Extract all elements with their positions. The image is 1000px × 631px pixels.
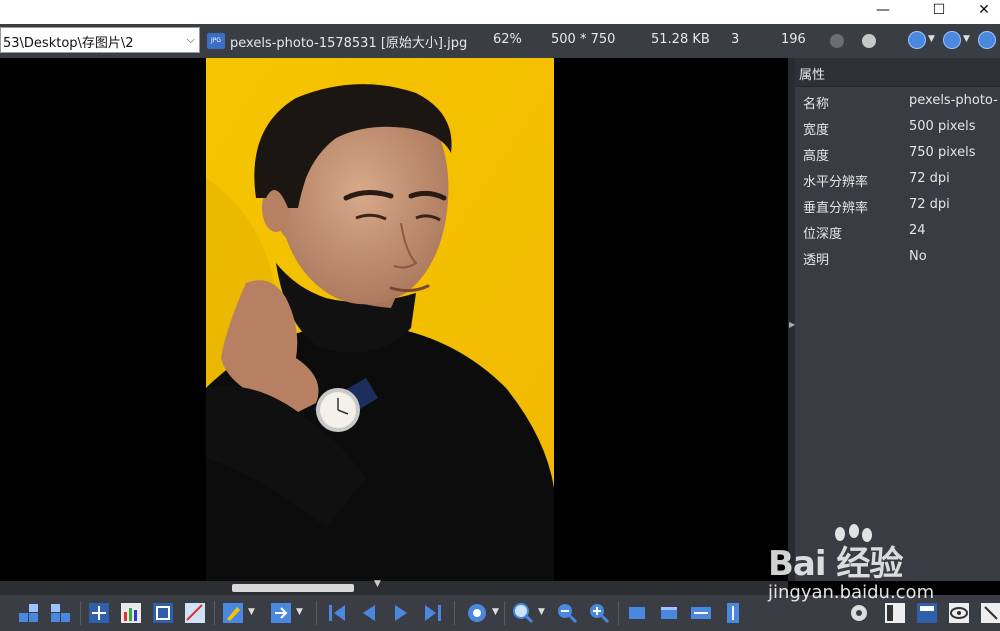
property-row: 宽度 500 pixels	[795, 115, 1000, 141]
fit-width-icon[interactable]	[690, 602, 712, 624]
image-count: 3	[731, 32, 740, 47]
property-value: 72 dpi	[909, 197, 950, 212]
property-row: 位深度 24	[795, 219, 1000, 245]
last-image-icon[interactable]	[422, 602, 444, 624]
toolbar-separator	[80, 601, 81, 625]
actual-size-icon[interactable]	[658, 602, 680, 624]
zoom-in-icon[interactable]	[588, 602, 610, 624]
zoom-icon[interactable]	[512, 602, 534, 624]
watermark-brand: Bai 经验	[768, 544, 903, 584]
property-value: 500 pixels	[909, 119, 976, 134]
property-key: 垂直分辨率	[803, 201, 869, 216]
info-bar: 53\Desktop\存图片\2 ⌵ JPG pexels-photo-1578…	[0, 24, 1000, 59]
property-key: 宽度	[803, 123, 830, 138]
fit-window-icon[interactable]	[626, 602, 648, 624]
status-dot-icon[interactable]	[862, 34, 876, 48]
maximize-icon[interactable]: ☐	[916, 0, 962, 24]
horizontal-scrollbar[interactable]: ▼	[0, 579, 788, 595]
toolbar-separator	[618, 601, 619, 625]
minimize-icon[interactable]: —	[860, 0, 906, 24]
close-icon[interactable]: ✕	[968, 0, 1000, 24]
properties-title: 属性	[799, 68, 826, 83]
property-key: 透明	[803, 253, 830, 268]
property-key: 高度	[803, 149, 830, 164]
fit-height-icon[interactable]	[722, 602, 744, 624]
chevron-down-icon[interactable]: ▼	[248, 607, 255, 617]
toolbar-separator	[316, 601, 317, 625]
property-value: 750 pixels	[909, 145, 976, 160]
previous-image-icon[interactable]	[358, 602, 380, 624]
baidu-watermark: Bai 经验 jingyan.baidu.com	[766, 522, 996, 612]
toolbar-separator	[454, 601, 455, 625]
chevron-down-icon[interactable]: ▼	[963, 34, 970, 44]
image-index: 196	[781, 32, 806, 47]
chevron-down-icon[interactable]: ⌵	[187, 33, 195, 47]
move-icon[interactable]	[88, 602, 110, 624]
pencil-icon[interactable]	[222, 602, 244, 624]
image-viewer[interactable]	[0, 58, 788, 581]
properties-panel: 属性 名称 pexels-photo- 宽度 500 pixels 高度 750…	[795, 58, 1000, 581]
chevron-down-icon[interactable]: ▼	[296, 607, 303, 617]
caret-down-icon: ▼	[374, 579, 381, 589]
property-row: 高度 750 pixels	[795, 141, 1000, 167]
photo	[206, 58, 554, 581]
tile-layout-icon[interactable]	[18, 602, 40, 624]
property-row: 名称 pexels-photo-	[795, 89, 1000, 115]
property-value: 24	[909, 223, 926, 238]
file-name: pexels-photo-1578531 [原始大小].jpg	[230, 36, 468, 51]
path-dropdown[interactable]: 53\Desktop\存图片\2 ⌵	[0, 27, 200, 53]
property-row: 垂直分辨率 72 dpi	[795, 193, 1000, 219]
path-text: 53\Desktop\存图片\2	[3, 36, 134, 51]
property-key: 水平分辨率	[803, 175, 869, 190]
status-dot-icon[interactable]	[830, 34, 844, 48]
export-icon[interactable]	[270, 602, 292, 624]
zoom-out-icon[interactable]	[556, 602, 578, 624]
edit-image-icon[interactable]	[184, 602, 206, 624]
chevron-down-icon[interactable]: ▼	[538, 607, 545, 617]
nav-right-icon[interactable]	[978, 31, 996, 49]
next-image-icon[interactable]	[390, 602, 412, 624]
cascade-layout-icon[interactable]	[50, 602, 72, 624]
watermark-url: jingyan.baidu.com	[768, 582, 935, 603]
image-dimensions: 500 * 750	[551, 32, 616, 47]
histogram-icon[interactable]	[120, 602, 142, 624]
property-key: 名称	[803, 97, 830, 112]
crop-icon[interactable]	[152, 602, 174, 624]
property-row: 透明 No	[795, 245, 1000, 271]
first-image-icon[interactable]	[326, 602, 348, 624]
scrollbar-thumb[interactable]	[232, 584, 354, 592]
panel-splitter[interactable]: ▶	[788, 58, 795, 581]
file-size: 51.28 KB	[651, 32, 710, 47]
toolbar-separator	[214, 601, 215, 625]
chevron-down-icon[interactable]: ▼	[492, 607, 499, 617]
property-row: 水平分辨率 72 dpi	[795, 167, 1000, 193]
nav-up-icon[interactable]	[908, 31, 926, 49]
properties-header: 属性	[795, 58, 1000, 87]
property-value: 72 dpi	[909, 171, 950, 186]
zoom-level: 62%	[493, 32, 522, 47]
property-value: pexels-photo-	[909, 93, 998, 108]
chevron-down-icon[interactable]: ▼	[928, 34, 935, 44]
rotate-icon[interactable]	[466, 602, 488, 624]
jpg-file-icon: JPG	[207, 33, 225, 49]
toolbar-separator	[504, 601, 505, 625]
nav-down-icon[interactable]	[943, 31, 961, 49]
title-bar: — ☐ ✕	[0, 0, 1000, 24]
property-value: No	[909, 249, 927, 264]
property-key: 位深度	[803, 227, 843, 242]
